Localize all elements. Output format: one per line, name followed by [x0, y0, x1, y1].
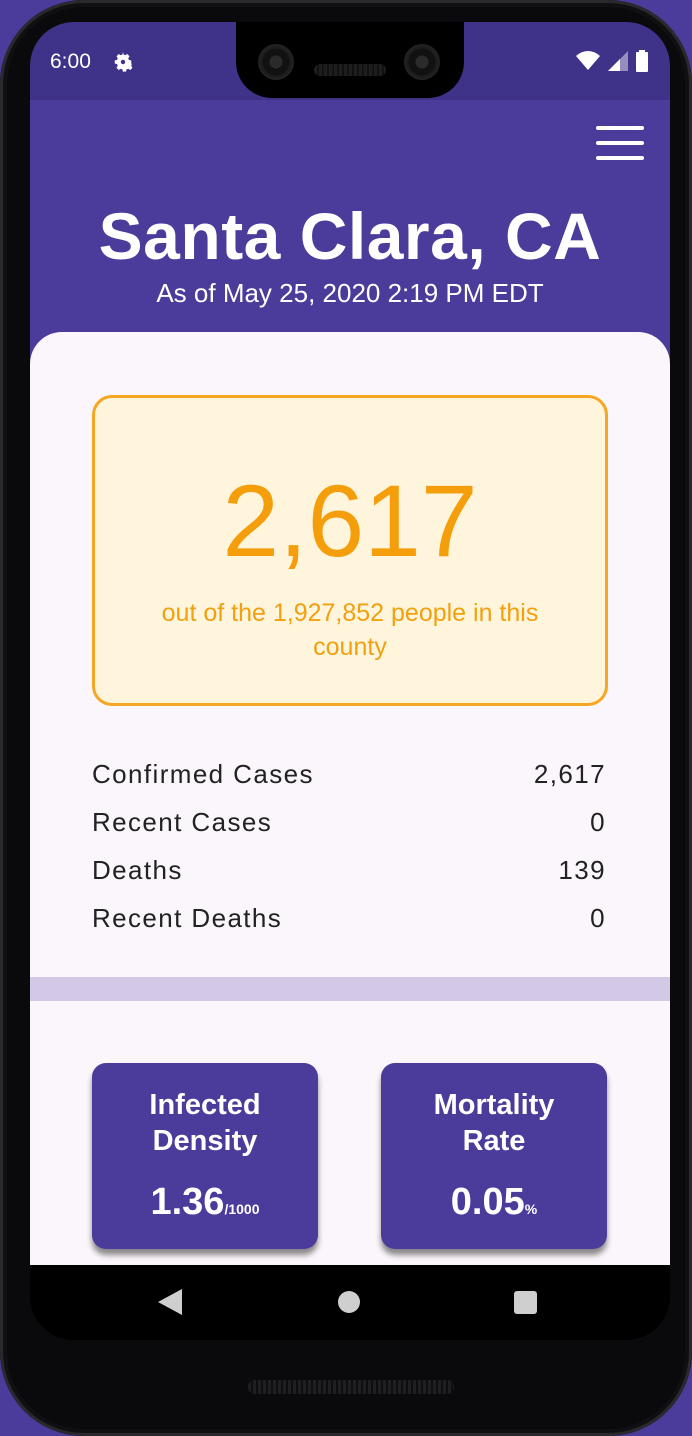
stat-value: 0	[590, 902, 606, 933]
stat-value: 0	[590, 806, 606, 837]
stat-label: Recent Cases	[92, 806, 273, 837]
metric-unit: /1000	[224, 1201, 260, 1217]
mortality-rate-card[interactable]: Mortality Rate 0.05%	[381, 1063, 607, 1249]
gear-icon	[114, 52, 133, 72]
stat-row-deaths: Deaths 139	[92, 846, 606, 894]
phone-frame: 6:00 Santa Clara, CA As of May 25, 2020 …	[0, 0, 692, 1436]
back-icon[interactable]	[158, 1289, 182, 1315]
stat-row-confirmed-cases: Confirmed Cases 2,617	[92, 750, 606, 798]
case-count-number: 2,617	[222, 464, 478, 578]
screen: 6:00 Santa Clara, CA As of May 25, 2020 …	[30, 22, 670, 1340]
stat-label: Deaths	[92, 854, 183, 885]
stat-label: Confirmed Cases	[92, 758, 314, 789]
battery-icon	[636, 50, 648, 72]
signal-icon	[608, 51, 628, 71]
earpiece-speaker	[314, 64, 386, 76]
metric-unit: %	[524, 1201, 538, 1217]
stat-row-recent-deaths: Recent Deaths 0	[92, 894, 606, 942]
metric-title-line2: Density	[152, 1125, 258, 1157]
metric-title: Infected Density	[92, 1087, 318, 1159]
hamburger-menu-icon[interactable]	[596, 126, 644, 160]
metric-number: 1.36	[150, 1181, 225, 1223]
recent-apps-icon[interactable]	[514, 1291, 537, 1314]
front-sensor-icon	[404, 44, 440, 80]
case-count-caption: out of the 1,927,852 people in this coun…	[161, 599, 539, 661]
stat-label: Recent Deaths	[92, 902, 283, 933]
stat-row-recent-cases: Recent Cases 0	[92, 798, 606, 846]
metric-value: 1.36/1000	[92, 1181, 318, 1224]
content-card: 2,617 out of the 1,927,852 people in thi…	[30, 332, 670, 1267]
home-icon[interactable]	[338, 1291, 360, 1313]
metric-title: Mortality Rate	[381, 1087, 607, 1159]
infected-density-card[interactable]: Infected Density 1.36/1000	[92, 1063, 318, 1249]
bottom-speaker-grille	[248, 1380, 454, 1394]
wifi-icon	[576, 51, 600, 70]
system-nav-bar	[30, 1265, 670, 1340]
stat-value: 2,617	[533, 758, 606, 789]
status-time: 6:00	[50, 50, 91, 73]
camera-notch	[236, 22, 464, 98]
section-divider	[30, 977, 670, 1001]
stats-list: Confirmed Cases 2,617 Recent Cases 0 Dea…	[92, 750, 606, 942]
page-title: Santa Clara, CA	[98, 199, 602, 273]
front-camera-icon	[258, 44, 294, 80]
app-header: Santa Clara, CA As of May 25, 2020 2:19 …	[30, 100, 670, 360]
page-subtitle: As of May 25, 2020 2:19 PM EDT	[156, 278, 544, 308]
stat-value: 139	[558, 854, 606, 885]
status-icons	[576, 50, 648, 72]
metric-title-line1: Mortality	[433, 1089, 555, 1121]
case-count-card: 2,617 out of the 1,927,852 people in thi…	[92, 395, 608, 706]
metric-title-line2: Rate	[462, 1125, 526, 1157]
metric-number: 0.05	[450, 1181, 525, 1223]
metric-title-line1: Infected	[149, 1089, 261, 1121]
metric-value: 0.05%	[381, 1181, 607, 1224]
